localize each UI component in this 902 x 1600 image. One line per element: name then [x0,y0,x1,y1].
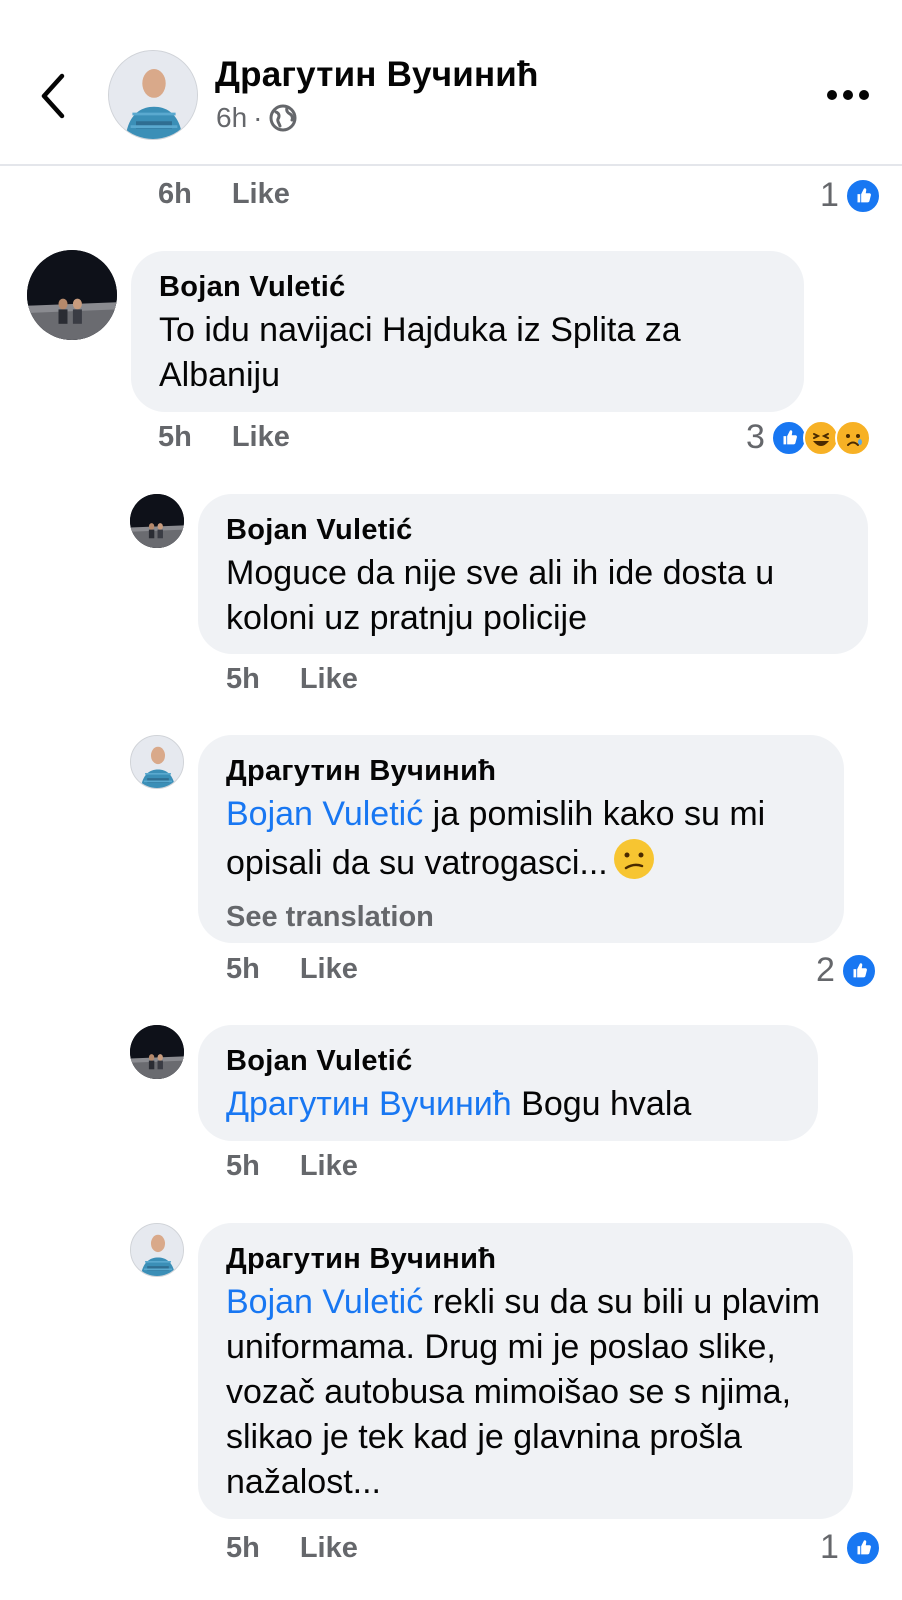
comment-actions: 6h Like [158,178,290,211]
comment-actions: 5h Like [226,1532,358,1565]
post-time: 6h [216,102,248,133]
comment-actions: 5h Like [226,663,358,696]
comment-time: 5h [226,953,260,985]
comment-actions: 5h Like [158,421,290,454]
comment-author[interactable]: Bojan Vuletić [159,271,776,304]
reaction-count: 1 [820,176,839,214]
comment-time: 6h [158,178,192,210]
reaction-count: 3 [746,418,765,456]
comment-bubble: Драгутин Вучинић Bojan Vuletić ja pomisl… [198,735,844,943]
comment-time: 5h [158,421,192,453]
author-name[interactable]: Драгутин Вучинић [215,55,539,95]
like-button[interactable]: Like [300,1150,358,1183]
mention-link[interactable]: Драгутин Вучинић [226,1085,512,1123]
haha-reaction-icon [802,419,839,456]
comment-time: 5h [226,1150,260,1182]
like-reaction-icon [770,419,807,456]
comment-bubble: Bojan Vuletić To idu navijaci Hajduka iz… [131,251,804,412]
reaction-count: 1 [820,1528,839,1566]
avatar[interactable] [108,50,198,140]
separator: · [253,102,263,133]
like-button[interactable]: Like [300,663,358,696]
reaction-summary[interactable]: 2 [816,951,877,990]
comment-bubble: Драгутин Вучинић Bojan Vuletić rekli su … [198,1223,853,1519]
like-button[interactable]: Like [300,1532,358,1565]
chevron-left-icon [41,73,65,119]
more-options-button[interactable] [826,80,870,110]
comment-body: Bogu hvala [511,1085,692,1123]
avatar[interactable] [130,1025,184,1079]
reaction-summary[interactable]: 1 [820,176,881,215]
comment-author[interactable]: Bojan Vuletić [226,514,840,547]
comment-text: Драгутин Вучинић Bogu hvala [226,1082,790,1127]
post-meta: 6h · [216,102,298,134]
comment-text: Bojan Vuletić rekli su da su bili u plav… [226,1280,825,1505]
comment-actions: 5h Like [226,1150,358,1183]
back-button[interactable] [34,70,74,122]
reaction-summary[interactable]: 3 [746,418,871,457]
avatar[interactable] [130,494,184,548]
avatar[interactable] [130,1223,184,1277]
like-button[interactable]: Like [232,421,290,454]
comment-author[interactable]: Драгутин Вучинић [226,755,816,788]
sad-reaction-icon [834,419,871,456]
see-translation-link[interactable]: See translation [226,901,816,934]
mention-link[interactable]: Bojan Vuletić [226,795,423,833]
comment-text: Bojan Vuletić ja pomislih kako su mi opi… [226,792,816,893]
like-reaction-icon [844,177,881,214]
comment-text: To idu navijaci Hajduka iz Splita za Alb… [159,311,681,394]
reaction-count: 2 [816,951,835,989]
comment-time: 5h [226,1532,260,1564]
like-reaction-icon [844,1529,881,1566]
avatar[interactable] [27,250,117,340]
comment-text: Moguce da nije sve ali ih ide dosta u ko… [226,554,775,637]
globe-icon [269,104,297,132]
more-dots-icon [827,90,869,100]
comment-author[interactable]: Bojan Vuletić [226,1045,790,1078]
comment-actions: 5h Like [226,953,358,986]
post-header: Драгутин Вучинић 6h · [0,0,902,166]
comment-author[interactable]: Драгутин Вучинић [226,1243,825,1276]
like-reaction-icon [840,952,877,989]
like-button[interactable]: Like [232,178,290,211]
confused-face-icon [612,837,656,893]
comment-bubble: Bojan Vuletić Moguce da nije sve ali ih … [198,494,868,654]
comment-time: 5h [226,663,260,695]
reaction-summary[interactable]: 1 [820,1528,881,1567]
comment-bubble: Bojan Vuletić Драгутин Вучинић Bogu hval… [198,1025,818,1141]
avatar[interactable] [130,735,184,789]
mention-link[interactable]: Bojan Vuletić [226,1283,423,1321]
like-button[interactable]: Like [300,953,358,986]
